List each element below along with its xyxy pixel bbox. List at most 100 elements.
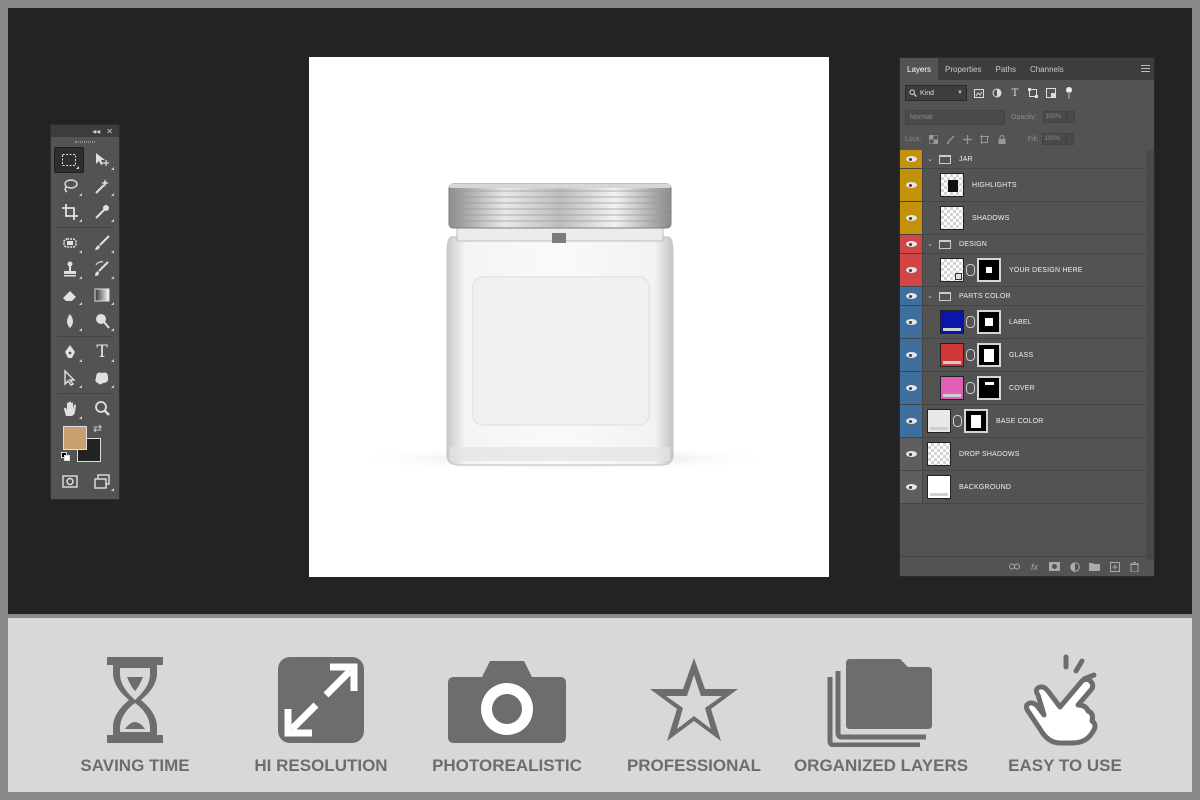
crop-tool[interactable] bbox=[54, 199, 86, 225]
swap-colors-icon[interactable]: ⇄ bbox=[93, 422, 102, 435]
layer-row[interactable]: SHADOWS bbox=[900, 202, 1146, 235]
layers-footer: fx bbox=[900, 556, 1154, 576]
filter-type-icon[interactable]: T bbox=[1009, 87, 1021, 99]
mask-link-icon[interactable] bbox=[953, 415, 962, 427]
visibility-toggle[interactable] bbox=[900, 306, 923, 338]
layer-row[interactable]: BASE COLOR bbox=[900, 405, 1146, 438]
visibility-toggle[interactable] bbox=[900, 287, 923, 305]
lock-all-icon[interactable] bbox=[997, 134, 1007, 144]
new-layer-icon[interactable] bbox=[1109, 561, 1120, 572]
lock-position-icon[interactable] bbox=[963, 134, 973, 144]
document-canvas[interactable] bbox=[309, 57, 829, 577]
lock-pixels-icon[interactable] bbox=[946, 134, 956, 144]
foreground-color-swatch[interactable] bbox=[63, 426, 87, 450]
filter-shape-icon[interactable] bbox=[1027, 87, 1039, 99]
visibility-toggle[interactable] bbox=[900, 372, 923, 404]
delete-layer-icon[interactable] bbox=[1129, 561, 1140, 572]
filter-smart-object-icon[interactable] bbox=[1045, 87, 1057, 99]
mask-link-icon[interactable] bbox=[966, 382, 975, 394]
close-icon[interactable]: ✕ bbox=[106, 127, 113, 136]
layer-mask-thumbnail[interactable] bbox=[977, 343, 1001, 367]
tab-layers[interactable]: Layers bbox=[900, 58, 939, 80]
eyedropper-tool[interactable] bbox=[86, 199, 118, 225]
zoom-tool[interactable] bbox=[86, 396, 118, 422]
layer-group-row[interactable]: ⌄ JAR bbox=[900, 150, 1146, 169]
path-selection-tool[interactable] bbox=[54, 365, 86, 391]
layer-row[interactable]: COVER bbox=[900, 372, 1146, 405]
tab-channels[interactable]: Channels bbox=[1023, 58, 1071, 80]
tab-properties[interactable]: Properties bbox=[938, 58, 988, 80]
layer-thumbnail bbox=[940, 310, 964, 334]
magic-wand-tool[interactable] bbox=[86, 173, 118, 199]
toolbox-grip[interactable] bbox=[51, 137, 119, 147]
healing-brush-tool[interactable] bbox=[54, 230, 86, 256]
visibility-toggle[interactable] bbox=[900, 339, 923, 371]
fill-input[interactable]: 100% bbox=[1041, 133, 1066, 145]
default-colors-icon[interactable] bbox=[61, 452, 71, 462]
filter-pixel-icon[interactable] bbox=[973, 87, 985, 99]
type-tool[interactable]: T bbox=[86, 339, 118, 365]
visibility-toggle[interactable] bbox=[900, 254, 923, 286]
layer-mask-thumbnail[interactable] bbox=[977, 310, 1001, 334]
layer-row[interactable]: DROP SHADOWS bbox=[900, 438, 1146, 471]
blend-mode-select[interactable]: Normal bbox=[905, 109, 1005, 125]
layer-mask-thumbnail[interactable] bbox=[977, 258, 1001, 282]
layers-scrollbar[interactable] bbox=[1146, 150, 1154, 560]
fill-dropdown[interactable] bbox=[1065, 133, 1074, 145]
opacity-dropdown[interactable] bbox=[1066, 111, 1075, 123]
pen-tool[interactable] bbox=[54, 339, 86, 365]
filter-toggle-icon[interactable] bbox=[1063, 87, 1075, 99]
dodge-tool[interactable] bbox=[86, 308, 118, 334]
layer-group-row[interactable]: ⌄ PARTS COLOR bbox=[900, 287, 1146, 306]
chevron-down-icon[interactable]: ⌄ bbox=[927, 240, 935, 248]
lock-artboard-icon[interactable] bbox=[980, 134, 990, 144]
layer-style-icon[interactable]: fx bbox=[1029, 561, 1040, 572]
mask-link-icon[interactable] bbox=[966, 264, 975, 276]
lock-transparent-icon[interactable] bbox=[929, 134, 939, 144]
lasso-tool[interactable] bbox=[54, 173, 86, 199]
chevron-down-icon[interactable]: ⌄ bbox=[927, 155, 935, 163]
panel-menu-icon[interactable] bbox=[1141, 65, 1150, 72]
filter-adjustment-icon[interactable] bbox=[991, 87, 1003, 99]
blur-tool[interactable] bbox=[54, 308, 86, 334]
mask-link-icon[interactable] bbox=[966, 316, 975, 328]
chevron-down-icon[interactable]: ⌄ bbox=[927, 292, 935, 300]
custom-shape-tool[interactable] bbox=[86, 365, 118, 391]
visibility-toggle[interactable] bbox=[900, 202, 923, 234]
visibility-toggle[interactable] bbox=[900, 438, 923, 470]
layer-row[interactable]: HIGHLIGHTS bbox=[900, 169, 1146, 202]
path-selection-icon bbox=[64, 369, 76, 386]
layer-row[interactable]: LABEL bbox=[900, 306, 1146, 339]
brush-tool[interactable] bbox=[86, 230, 118, 256]
screen-mode-button[interactable] bbox=[86, 468, 118, 494]
layer-row[interactable]: BACKGROUND bbox=[900, 471, 1146, 504]
visibility-toggle[interactable] bbox=[900, 405, 923, 437]
layer-group-row[interactable]: ⌄ DESIGN bbox=[900, 235, 1146, 254]
collapse-icon[interactable]: ◂◂ bbox=[92, 127, 100, 136]
new-group-icon[interactable] bbox=[1089, 561, 1100, 572]
history-brush-tool[interactable] bbox=[86, 256, 118, 282]
visibility-toggle[interactable] bbox=[900, 235, 923, 253]
visibility-toggle[interactable] bbox=[900, 150, 923, 168]
opacity-input[interactable]: 100% bbox=[1042, 111, 1067, 123]
layer-name: COVER bbox=[1009, 384, 1035, 392]
visibility-toggle[interactable] bbox=[900, 169, 923, 201]
hand-tool[interactable] bbox=[54, 396, 86, 422]
tab-paths[interactable]: Paths bbox=[988, 58, 1022, 80]
gradient-tool[interactable] bbox=[86, 282, 118, 308]
quick-mask-button[interactable] bbox=[54, 468, 86, 494]
adjustment-layer-icon[interactable] bbox=[1069, 561, 1080, 572]
add-mask-icon[interactable] bbox=[1049, 561, 1060, 572]
filter-kind-select[interactable]: Kind ▼ bbox=[905, 85, 967, 101]
visibility-toggle[interactable] bbox=[900, 471, 923, 503]
layer-mask-thumbnail[interactable] bbox=[977, 376, 1001, 400]
layer-row[interactable]: YOUR DESIGN HERE bbox=[900, 254, 1146, 287]
layer-mask-thumbnail[interactable] bbox=[964, 409, 988, 433]
eraser-tool[interactable] bbox=[54, 282, 86, 308]
marquee-tool[interactable] bbox=[54, 147, 84, 173]
link-layers-icon[interactable] bbox=[1009, 561, 1020, 572]
move-tool[interactable] bbox=[86, 147, 118, 173]
clone-stamp-tool[interactable] bbox=[54, 256, 86, 282]
layer-row[interactable]: GLASS bbox=[900, 339, 1146, 372]
mask-link-icon[interactable] bbox=[966, 349, 975, 361]
